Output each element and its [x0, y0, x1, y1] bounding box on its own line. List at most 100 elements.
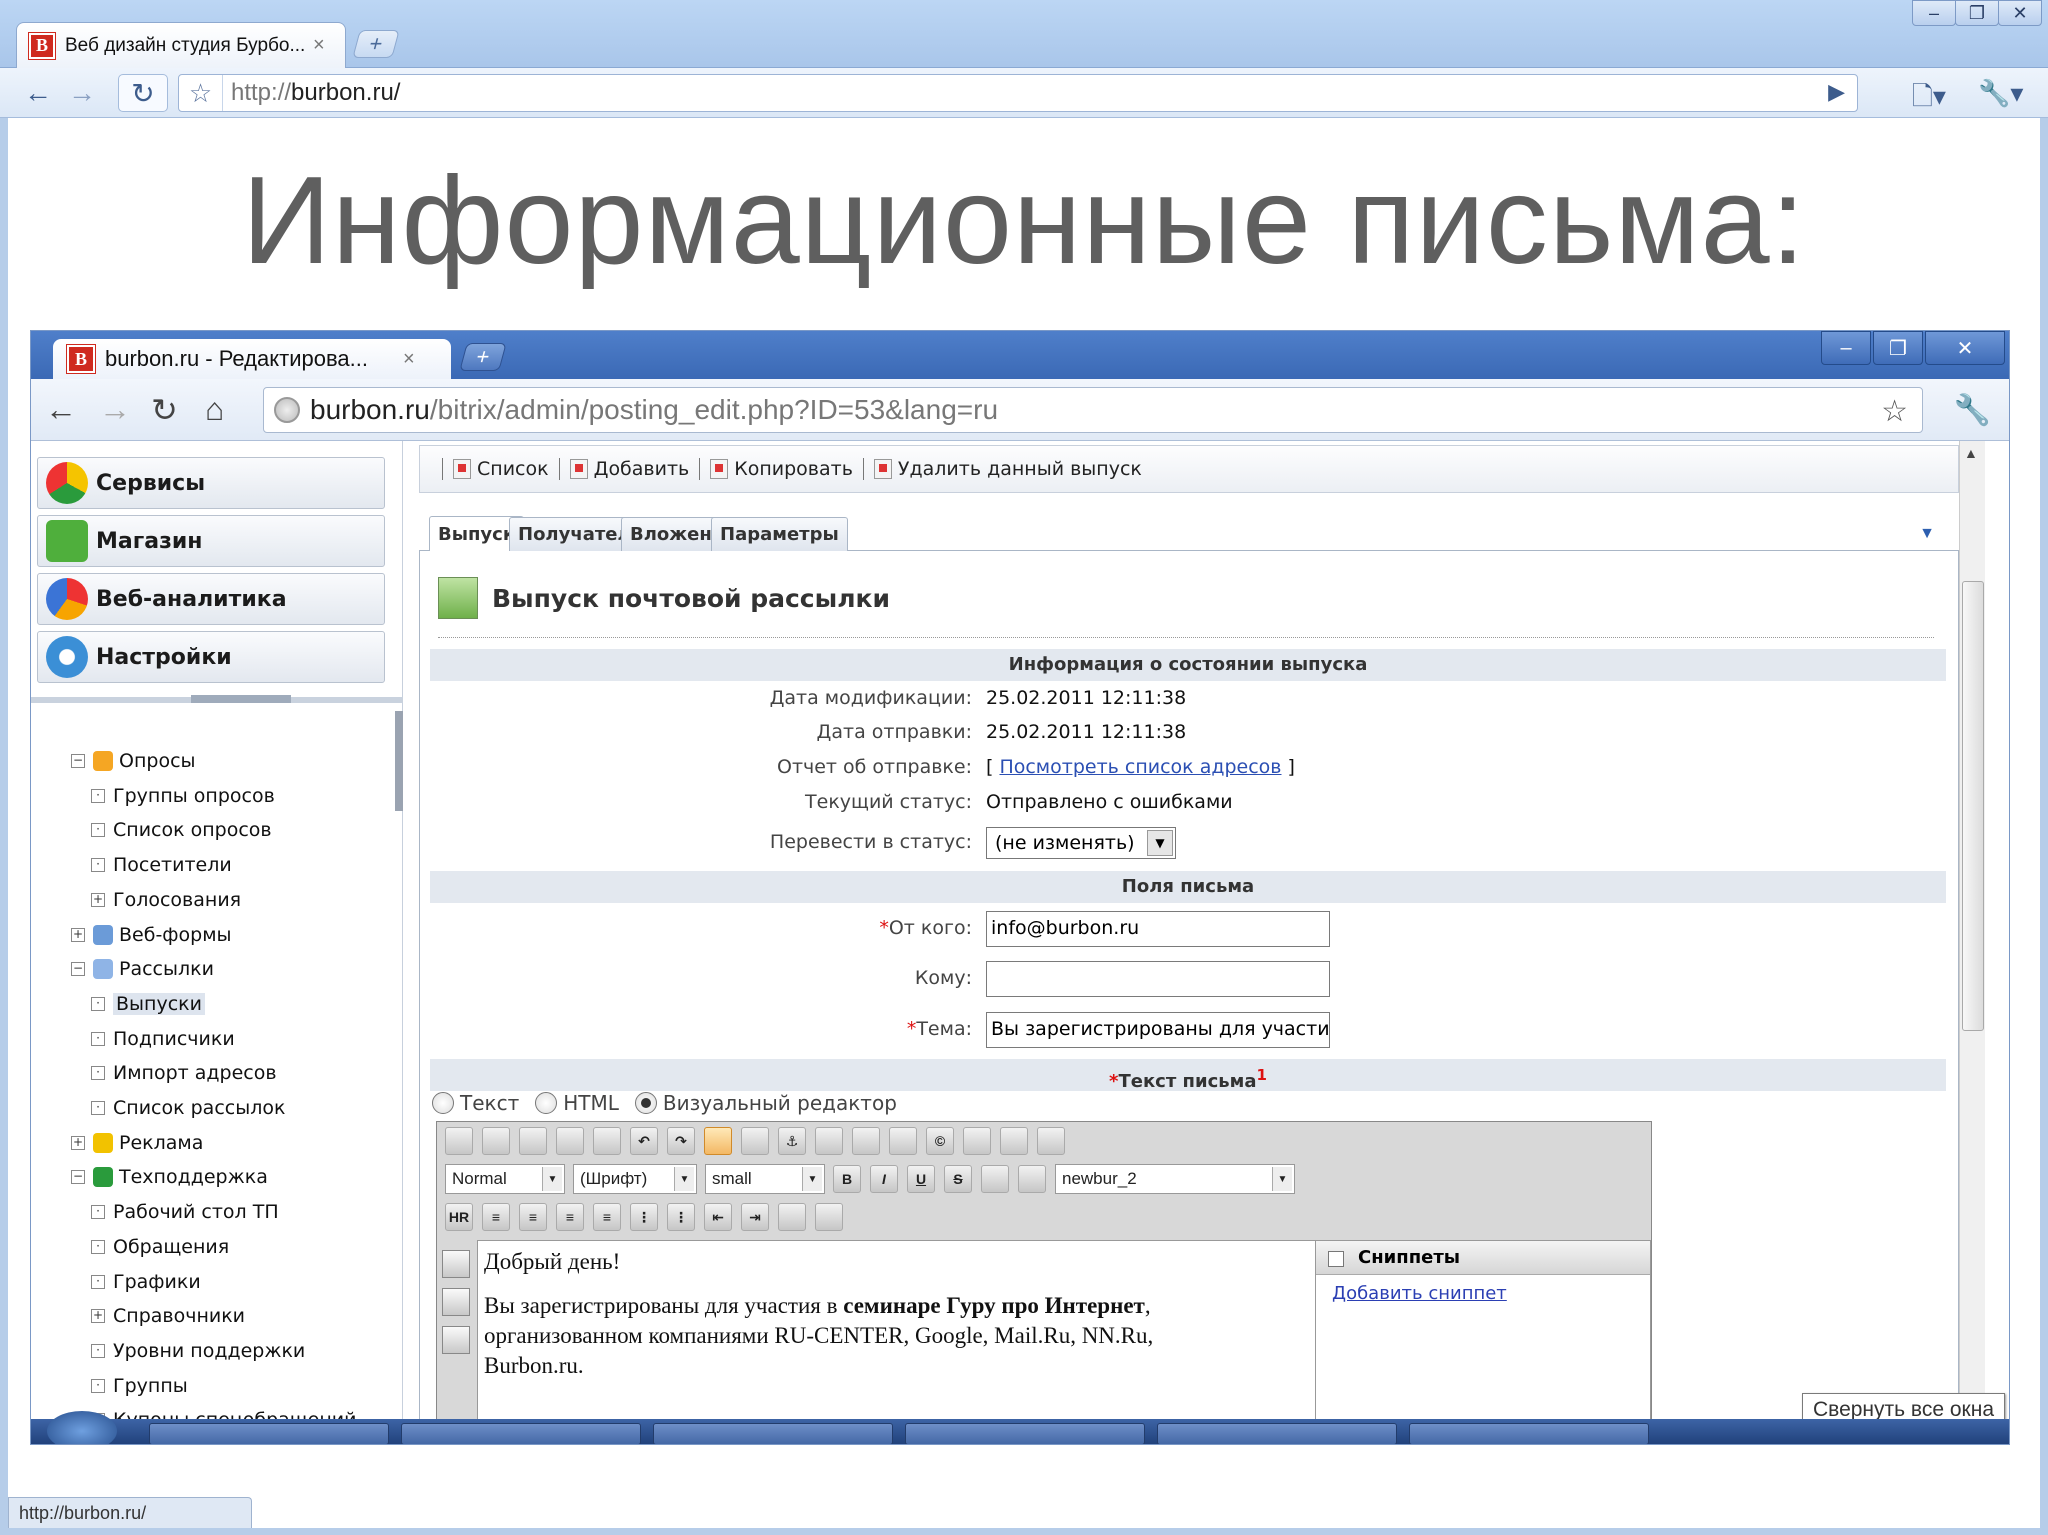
taskbar-item[interactable] — [149, 1423, 389, 1444]
taskbar-item[interactable] — [653, 1423, 893, 1444]
wrench-menu-icon[interactable]: 🔧▾ — [1978, 78, 2023, 109]
unlink-icon[interactable] — [852, 1127, 880, 1155]
eraser-icon[interactable] — [981, 1165, 1009, 1193]
minimize-button[interactable]: – — [1912, 0, 1956, 26]
save-icon[interactable] — [963, 1127, 991, 1155]
tree-item[interactable]: · Выпуски — [91, 990, 205, 1018]
forward-arrow-icon[interactable]: → — [99, 391, 131, 428]
tree-node-icon[interactable]: · — [91, 1378, 105, 1393]
anchor-icon[interactable]: ⚓ — [778, 1127, 806, 1155]
content-scrollbar[interactable]: ▲ — [1959, 441, 1985, 1444]
link-icon[interactable] — [815, 1127, 843, 1155]
menu-button-shop[interactable]: Магазин — [37, 515, 385, 567]
undo-icon[interactable]: ↶ — [630, 1127, 658, 1155]
menu-button-web-analytics[interactable]: Веб-аналитика — [37, 573, 385, 625]
expand-icon[interactable]: + — [91, 1309, 105, 1324]
to-field[interactable] — [986, 961, 1330, 997]
tree-item[interactable]: · Графики — [91, 1268, 201, 1296]
full-screen-icon[interactable] — [445, 1127, 473, 1155]
size-select[interactable]: small ▼ — [705, 1164, 825, 1194]
taskbar-item[interactable] — [401, 1423, 641, 1444]
change-status-select[interactable]: (не изменять) ▼ — [986, 827, 1176, 859]
vertical-splitter-handle[interactable] — [395, 711, 403, 811]
start-button[interactable] — [47, 1411, 117, 1444]
settings-icon[interactable] — [482, 1127, 510, 1155]
editor-content[interactable]: Добрый день! Вы зарегистрированы для уча… — [477, 1240, 1335, 1444]
align-center-icon[interactable]: ≡ — [519, 1203, 547, 1231]
expand-icon[interactable]: + — [71, 927, 85, 942]
reload-icon[interactable]: ↻ — [151, 391, 178, 429]
tree-item[interactable]: + Голосования — [91, 886, 241, 914]
outdent-icon[interactable]: ⇤ — [704, 1203, 732, 1231]
from-field[interactable]: info@burbon.ru — [986, 911, 1330, 947]
paste-text-icon[interactable] — [593, 1127, 621, 1155]
component-icon[interactable] — [442, 1288, 470, 1316]
tree-node-icon[interactable]: · — [91, 1274, 105, 1289]
tree-item[interactable]: − Опросы — [71, 747, 196, 775]
mode-html-radio[interactable]: HTML — [535, 1091, 619, 1115]
menu-button-settings[interactable]: Настройки — [37, 631, 385, 683]
go-arrow-icon[interactable]: ▶ — [1828, 79, 1845, 105]
style-select[interactable]: Normal ▼ — [445, 1164, 565, 1194]
tree-node-icon[interactable]: · — [91, 1031, 105, 1046]
italic-button[interactable]: I — [870, 1165, 898, 1193]
align-right-icon[interactable]: ≡ — [556, 1203, 584, 1231]
component-icon[interactable] — [442, 1250, 470, 1278]
background-color-icon[interactable] — [815, 1203, 843, 1231]
align-justify-icon[interactable]: ≡ — [593, 1203, 621, 1231]
new-tab-button[interactable]: + — [459, 343, 507, 371]
text-color-icon[interactable] — [778, 1203, 806, 1231]
tree-item[interactable]: · Список рассылок — [91, 1094, 285, 1122]
tab-parameters[interactable]: Параметры — [711, 517, 848, 551]
tree-item[interactable]: − Техподдержка — [71, 1163, 268, 1191]
taskbar-item[interactable] — [1409, 1423, 1649, 1444]
close-tab-icon[interactable]: × — [403, 348, 415, 371]
tree-node-icon[interactable]: · — [91, 1239, 105, 1254]
add-snippet-link[interactable]: Добавить сниппет — [1332, 1283, 1650, 1304]
table-icon[interactable] — [704, 1127, 732, 1155]
subject-field[interactable]: Вы зарегистрированы для участи — [986, 1012, 1330, 1048]
tree-node-icon[interactable]: · — [91, 788, 105, 803]
tree-node-icon[interactable]: · — [91, 1066, 105, 1081]
tree-item[interactable]: · Подписчики — [91, 1025, 235, 1053]
tree-node-icon[interactable]: · — [91, 823, 105, 838]
close-window-button[interactable]: ✕ — [1925, 331, 2005, 365]
inner-browser-tab[interactable]: B burbon.ru - Редактирова... × — [53, 339, 451, 379]
page-menu-icon[interactable]: 🗋▾ — [1912, 78, 1946, 122]
ordered-list-icon[interactable]: ⋮ — [630, 1203, 658, 1231]
save-as-icon[interactable] — [1000, 1127, 1028, 1155]
tree-node-icon[interactable]: · — [91, 1101, 105, 1115]
special-char-icon[interactable]: © — [926, 1127, 954, 1155]
tree-item[interactable]: · Рабочий стол ТП — [91, 1198, 279, 1226]
collapse-icon[interactable]: − — [71, 962, 85, 977]
tree-item[interactable]: · Группы — [91, 1372, 188, 1400]
indent-icon[interactable]: ⇥ — [741, 1203, 769, 1231]
close-window-button[interactable]: ✕ — [1998, 0, 2042, 26]
outer-address-bar[interactable]: ☆ http://burbon.ru/ ▶ — [178, 74, 1858, 112]
bookmark-star-icon[interactable]: ☆ — [179, 75, 223, 111]
bold-button[interactable]: B — [833, 1165, 861, 1193]
taskbar-item[interactable] — [905, 1423, 1145, 1444]
tree-node-icon[interactable]: · — [91, 1343, 105, 1358]
back-arrow-icon[interactable]: ← — [20, 76, 56, 110]
inner-address-bar[interactable]: burbon.ru/bitrix/admin/posting_edit.php?… — [263, 387, 1923, 433]
tree-item[interactable]: · Список опросов — [91, 816, 272, 844]
outer-browser-tab[interactable]: B Веб дизайн студия Бурбо... × — [16, 22, 346, 68]
broom-icon[interactable] — [1018, 1165, 1046, 1193]
expand-icon[interactable]: + — [71, 1135, 85, 1150]
list-button[interactable]: Список — [477, 458, 549, 480]
cut-icon[interactable] — [519, 1127, 547, 1155]
align-left-icon[interactable]: ≡ — [482, 1203, 510, 1231]
copy-button[interactable]: Копировать — [734, 458, 853, 480]
close-tab-icon[interactable]: × — [313, 34, 325, 57]
hr-button[interactable]: HR — [445, 1203, 473, 1231]
collapse-icon[interactable]: − — [71, 1170, 85, 1185]
wrench-menu-icon[interactable]: 🔧 — [1954, 393, 1991, 428]
underline-button[interactable]: U — [907, 1165, 935, 1193]
back-arrow-icon[interactable]: ← — [45, 391, 77, 428]
mode-visual-radio[interactable]: Визуальный редактор — [634, 1091, 897, 1115]
tree-item[interactable]: + Веб-формы — [71, 921, 232, 949]
reload-icon[interactable]: ↻ — [125, 76, 161, 110]
add-button[interactable]: Добавить — [594, 458, 690, 480]
new-tab-button[interactable]: + — [352, 30, 400, 58]
